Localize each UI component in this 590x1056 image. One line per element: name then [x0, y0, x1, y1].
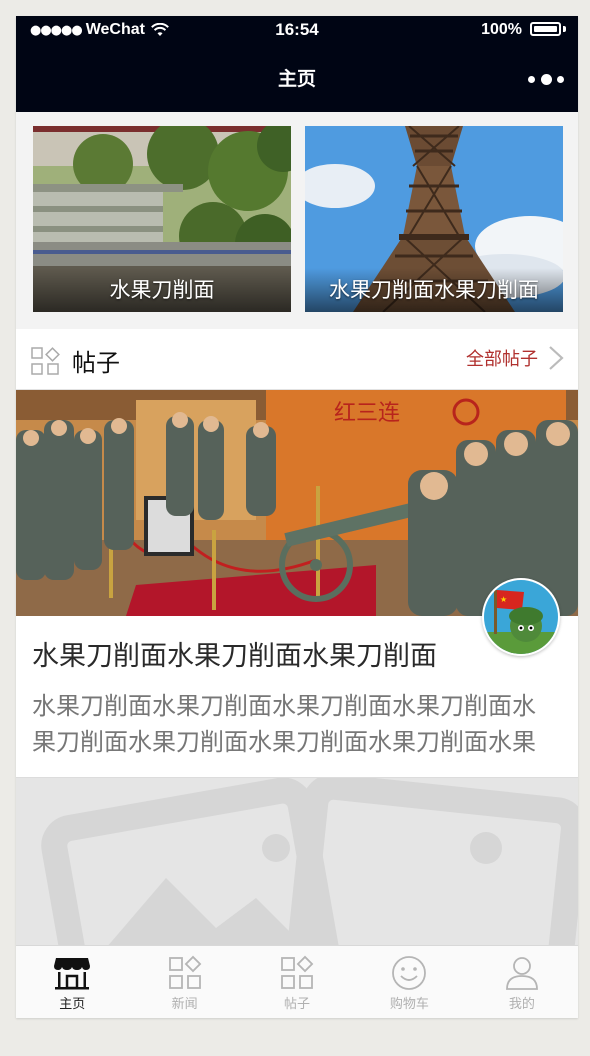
- grid-icon: [281, 955, 314, 989]
- more-dots-icon[interactable]: [528, 68, 564, 90]
- banner-card-1[interactable]: 水果刀削面: [33, 126, 291, 312]
- banner-caption: 水果刀削面: [33, 268, 291, 312]
- tab-label: 我的: [508, 997, 535, 1012]
- battery-icon: [530, 22, 566, 38]
- section-title: 帖子: [72, 349, 120, 377]
- grid-icon: [168, 955, 201, 989]
- tab-news[interactable]: 新闻: [128, 946, 240, 1018]
- tab-label: 主页: [59, 997, 86, 1012]
- soldiers-museum-photo: 红三连: [16, 390, 578, 616]
- shop-icon: [54, 958, 91, 990]
- tab-posts[interactable]: 帖子: [241, 946, 353, 1018]
- person-icon: [505, 957, 538, 990]
- all-posts-link[interactable]: 全部帖子: [466, 345, 564, 371]
- tab-label: 帖子: [284, 997, 311, 1012]
- post-description: 水果刀削面水果刀削面水果刀削面水果刀削面水果刀削面水果刀削面水果刀削面水果刀削面…: [32, 692, 536, 756]
- tab-cart[interactable]: 购物车: [353, 946, 465, 1018]
- svg-text:红三连: 红三连: [334, 401, 400, 426]
- tab-label: 新闻: [171, 997, 198, 1012]
- status-bar: ●●●●● WeChat 16:54 100%: [16, 16, 578, 46]
- status-right: 100%: [481, 21, 566, 39]
- grid-icon: [31, 347, 60, 375]
- tab-bar: 主页 新闻 帖子 购物车 我的: [16, 945, 578, 1018]
- top-bar: ●●●●● WeChat 16:54 100% 主页: [16, 16, 578, 112]
- posts-section-header: 帖子 全部帖子: [16, 329, 578, 390]
- banner-caption: 水果刀削面水果刀削面: [305, 268, 563, 312]
- post-card[interactable]: 红三连 ★ 水果刀削面水果刀削面水果刀削面 水果刀削面水果刀削面水果刀削面水果刀…: [16, 390, 578, 778]
- all-posts-label: 全部帖子: [466, 349, 538, 370]
- banner-card-2[interactable]: 水果刀削面水果刀削面: [305, 126, 563, 312]
- tab-label: 购物车: [389, 997, 429, 1012]
- post-title: 水果刀削面水果刀削面水果刀削面: [32, 641, 437, 672]
- svg-text:★: ★: [500, 595, 507, 604]
- battery-percent: 100%: [481, 21, 522, 38]
- smiley-icon: [392, 956, 427, 990]
- page-title: 主页: [277, 68, 316, 90]
- cartoon-soldier-flag-avatar[interactable]: ★: [482, 578, 560, 656]
- image-placeholder-icon: [41, 778, 578, 946]
- phone-screen: ●●●●● WeChat 16:54 100% 主页 水果刀削面 水果刀削面水果…: [16, 16, 578, 1018]
- tab-profile[interactable]: 我的: [466, 946, 578, 1018]
- tab-home[interactable]: 主页: [16, 946, 128, 1018]
- banner-row: 水果刀削面 水果刀削面水果刀削面: [16, 112, 578, 328]
- chevron-right-icon: [549, 346, 564, 370]
- image-placeholder-area: [16, 778, 578, 946]
